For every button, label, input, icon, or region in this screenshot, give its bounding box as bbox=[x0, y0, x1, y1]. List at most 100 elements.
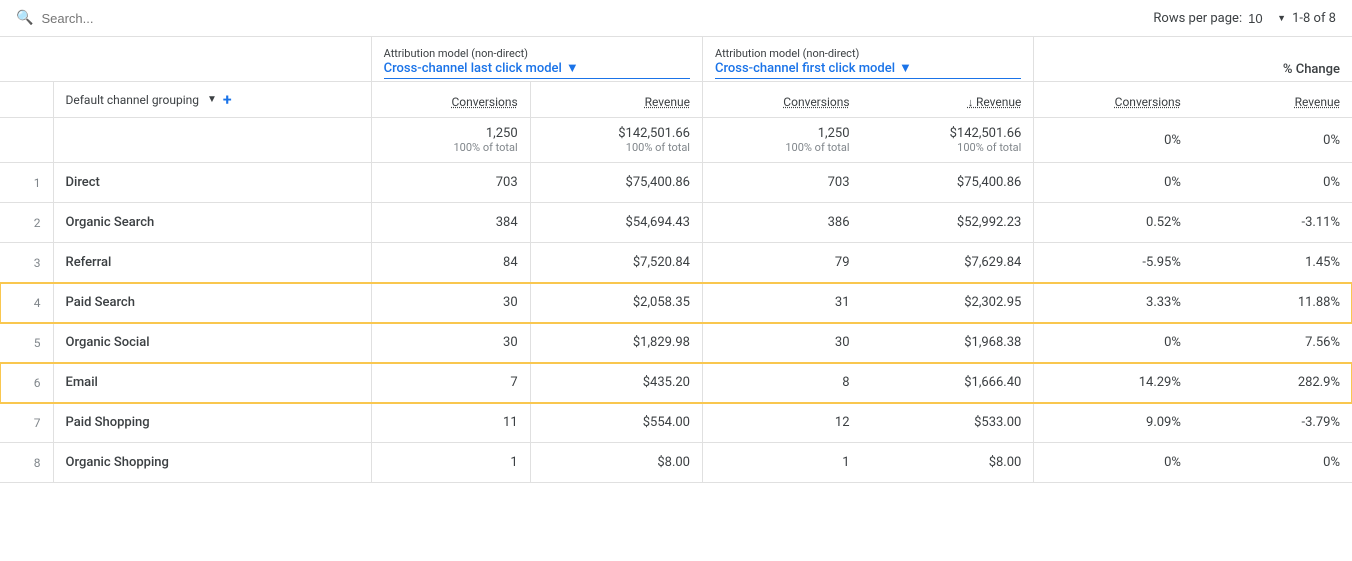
rows-control: Rows per page: 10 25 50 100 1-8 of 8 bbox=[1153, 11, 1336, 26]
row-number: 1 bbox=[0, 163, 53, 203]
channel-name: Paid Search bbox=[66, 295, 135, 310]
row-number: 6 bbox=[0, 363, 53, 403]
attr-model-value-2[interactable]: Cross-channel first click model ▼ bbox=[715, 60, 1021, 79]
attr-model-value-1[interactable]: Cross-channel last click model ▼ bbox=[384, 60, 690, 79]
total-rev2: $142,501.66 100% of total bbox=[862, 118, 1034, 163]
cell-rev2: $1,666.40 bbox=[862, 363, 1034, 403]
col-header-rev2[interactable]: ↓ Revenue bbox=[862, 82, 1034, 118]
channel-name: Organic Social bbox=[66, 335, 150, 350]
cell-rev3: -3.11% bbox=[1193, 203, 1352, 243]
col-header-conv2[interactable]: Conversions bbox=[702, 82, 861, 118]
cell-rev3: 11.88% bbox=[1193, 283, 1352, 323]
cell-conv3: 3.33% bbox=[1034, 283, 1193, 323]
total-row: 1,250 100% of total $142,501.66 100% of … bbox=[0, 118, 1352, 163]
total-rev3: 0% bbox=[1193, 118, 1352, 163]
row-number: 4 bbox=[0, 283, 53, 323]
col-header-rev1[interactable]: Revenue bbox=[530, 82, 702, 118]
channel-name: Organic Shopping bbox=[66, 455, 169, 470]
cell-rev2: $1,968.38 bbox=[862, 323, 1034, 363]
channel-grouping-label: Default channel grouping bbox=[66, 93, 199, 107]
channel-name: Direct bbox=[66, 175, 100, 190]
cell-rev1: $2,058.35 bbox=[530, 283, 702, 323]
cell-rev2: $8.00 bbox=[862, 443, 1034, 483]
table-row: 6 Email 7 $435.20 8 $1,666.40 14.29% 282… bbox=[0, 363, 1352, 403]
search-icon: 🔍 bbox=[16, 10, 33, 26]
table-row: 1 Direct 703 $75,400.86 703 $75,400.86 0… bbox=[0, 163, 1352, 203]
cell-conv1: 703 bbox=[371, 163, 530, 203]
cell-rev1: $435.20 bbox=[530, 363, 702, 403]
cell-conv1: 7 bbox=[371, 363, 530, 403]
cell-conv1: 1 bbox=[371, 443, 530, 483]
search-box: 🔍 bbox=[16, 10, 316, 26]
cell-conv2: 79 bbox=[702, 243, 861, 283]
cell-conv2: 30 bbox=[702, 323, 861, 363]
total-conv1: 1,250 100% of total bbox=[371, 118, 530, 163]
channel-name: Referral bbox=[66, 255, 112, 270]
col-header-conv3[interactable]: Conversions bbox=[1034, 82, 1193, 118]
cell-conv2: 1 bbox=[702, 443, 861, 483]
channel-name: Organic Search bbox=[66, 215, 155, 230]
cell-conv1: 30 bbox=[371, 323, 530, 363]
cell-conv3: 0% bbox=[1034, 443, 1193, 483]
attr-model-label-1: Attribution model (non-direct) bbox=[384, 47, 690, 60]
cell-conv1: 84 bbox=[371, 243, 530, 283]
rows-select-wrapper: 10 25 50 100 bbox=[1248, 11, 1286, 26]
channel-name-cell: Referral bbox=[53, 243, 371, 283]
channel-dropdown-icon[interactable]: ▼ bbox=[207, 94, 217, 105]
cell-rev2: $75,400.86 bbox=[862, 163, 1034, 203]
add-col-button[interactable]: + bbox=[223, 90, 232, 109]
cell-rev2: $7,629.84 bbox=[862, 243, 1034, 283]
total-conv3: 0% bbox=[1034, 118, 1193, 163]
row-number: 2 bbox=[0, 203, 53, 243]
rows-per-page-label: Rows per page: bbox=[1153, 11, 1242, 26]
data-table: Attribution model (non-direct) Cross-cha… bbox=[0, 37, 1352, 483]
cell-conv1: 11 bbox=[371, 403, 530, 443]
col-header-conv1[interactable]: Conversions bbox=[371, 82, 530, 118]
cell-conv1: 384 bbox=[371, 203, 530, 243]
cell-rev1: $554.00 bbox=[530, 403, 702, 443]
attr-model-label-2: Attribution model (non-direct) bbox=[715, 47, 1021, 60]
total-rev1: $142,501.66 100% of total bbox=[530, 118, 702, 163]
table-row: 3 Referral 84 $7,520.84 79 $7,629.84 -5.… bbox=[0, 243, 1352, 283]
cell-conv3: 0% bbox=[1034, 323, 1193, 363]
cell-rev3: 7.56% bbox=[1193, 323, 1352, 363]
cell-rev1: $54,694.43 bbox=[530, 203, 702, 243]
table-row: 7 Paid Shopping 11 $554.00 12 $533.00 9.… bbox=[0, 403, 1352, 443]
channel-name-cell: Organic Social bbox=[53, 323, 371, 363]
cell-rev3: 1.45% bbox=[1193, 243, 1352, 283]
cell-conv1: 30 bbox=[371, 283, 530, 323]
cell-conv3: 14.29% bbox=[1034, 363, 1193, 403]
channel-name-cell: Organic Search bbox=[53, 203, 371, 243]
cell-conv2: 386 bbox=[702, 203, 861, 243]
channel-name: Paid Shopping bbox=[66, 415, 150, 430]
cell-rev3: 282.9% bbox=[1193, 363, 1352, 403]
col-header-rev3[interactable]: Revenue bbox=[1193, 82, 1352, 118]
search-input[interactable] bbox=[41, 11, 316, 26]
cell-rev2: $533.00 bbox=[862, 403, 1034, 443]
cell-conv2: 703 bbox=[702, 163, 861, 203]
cell-rev1: $7,520.84 bbox=[530, 243, 702, 283]
header-row-model: Attribution model (non-direct) Cross-cha… bbox=[0, 37, 1352, 82]
cell-rev2: $52,992.23 bbox=[862, 203, 1034, 243]
cell-rev1: $75,400.86 bbox=[530, 163, 702, 203]
table-row: 4 Paid Search 30 $2,058.35 31 $2,302.95 … bbox=[0, 283, 1352, 323]
cell-rev3: 0% bbox=[1193, 443, 1352, 483]
table-row: 5 Organic Social 30 $1,829.98 30 $1,968.… bbox=[0, 323, 1352, 363]
sort-arrow-icon: ↓ bbox=[968, 96, 976, 109]
channel-name-cell: Paid Shopping bbox=[53, 403, 371, 443]
row-number: 5 bbox=[0, 323, 53, 363]
row-number: 3 bbox=[0, 243, 53, 283]
channel-name: Email bbox=[66, 375, 98, 390]
rows-per-page-select[interactable]: 10 25 50 100 bbox=[1248, 11, 1286, 26]
cell-conv3: 0.52% bbox=[1034, 203, 1193, 243]
cell-conv2: 12 bbox=[702, 403, 861, 443]
table-row: 2 Organic Search 384 $54,694.43 386 $52,… bbox=[0, 203, 1352, 243]
cell-conv3: 0% bbox=[1034, 163, 1193, 203]
pct-change-header: % Change bbox=[1034, 37, 1352, 82]
cell-rev2: $2,302.95 bbox=[862, 283, 1034, 323]
header-row-cols: Default channel grouping ▼ + Conversions… bbox=[0, 82, 1352, 118]
cell-conv2: 8 bbox=[702, 363, 861, 403]
channel-name-cell: Paid Search bbox=[53, 283, 371, 323]
table-row: 8 Organic Shopping 1 $8.00 1 $8.00 0% 0% bbox=[0, 443, 1352, 483]
cell-rev1: $8.00 bbox=[530, 443, 702, 483]
